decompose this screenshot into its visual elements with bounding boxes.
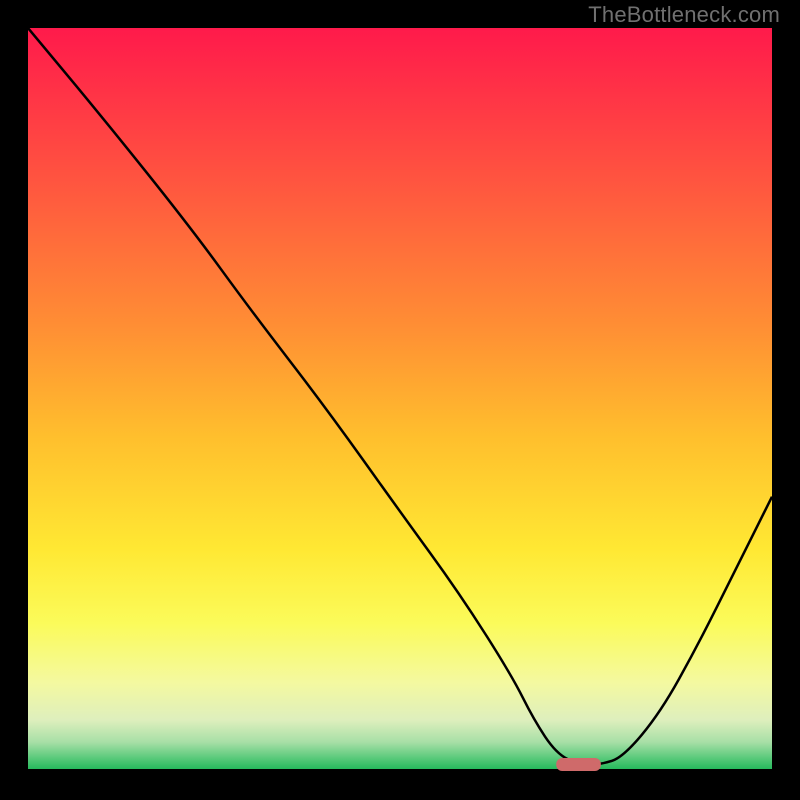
x-axis-line: [28, 769, 772, 772]
watermark-text: TheBottleneck.com: [588, 2, 780, 28]
optimal-marker: [556, 758, 601, 771]
bottleneck-chart-svg: [28, 28, 772, 772]
gradient-background: [28, 28, 772, 772]
chart-plot-area: [28, 28, 772, 772]
